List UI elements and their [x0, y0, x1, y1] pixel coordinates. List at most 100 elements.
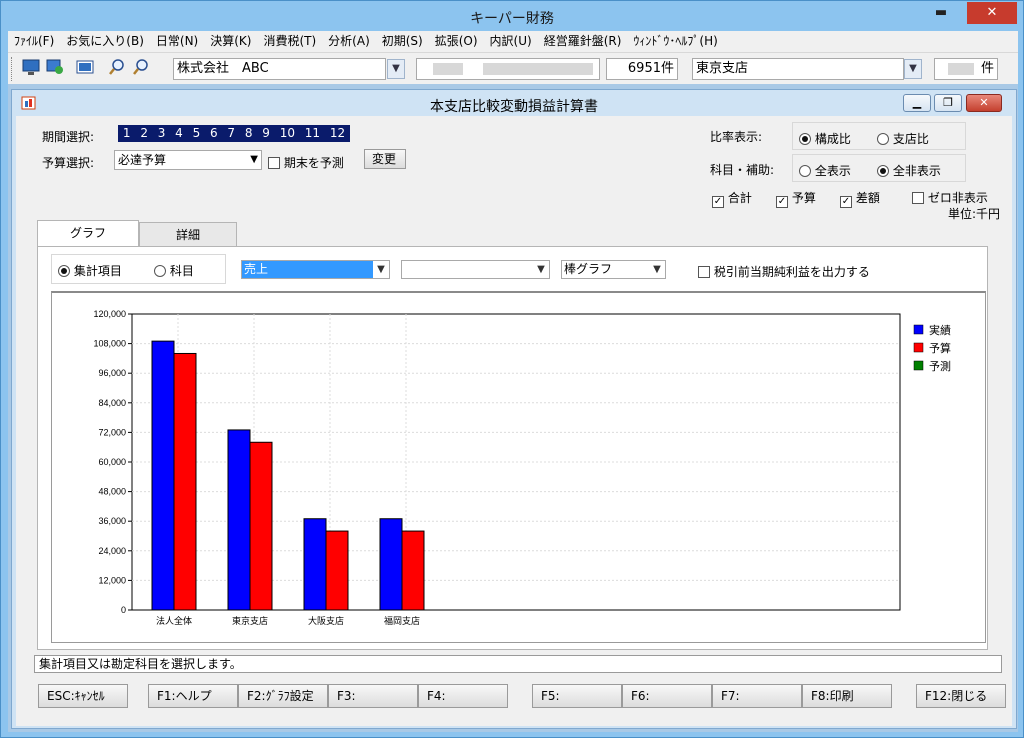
checkmark-icon[interactable]: ✓	[840, 196, 852, 208]
menu-window-help[interactable]: ｳｨﾝﾄﾞｳ･ﾍﾙﾌﾟ(H)	[627, 31, 723, 52]
y-tick-label: 108,000	[93, 339, 126, 349]
radio-icon[interactable]	[154, 265, 166, 277]
period-4[interactable]: 4	[175, 125, 183, 142]
period-5[interactable]: 5	[193, 125, 201, 142]
f6-button[interactable]: F6:	[622, 684, 712, 708]
menu-initial[interactable]: 初期(S)	[376, 31, 429, 52]
monitor-icon[interactable]	[22, 58, 42, 78]
period-label: 期間選択:	[42, 130, 95, 144]
branch-select[interactable]: 東京支店	[692, 58, 904, 80]
f5-button[interactable]: F5:	[532, 684, 622, 708]
radio-icon[interactable]	[877, 165, 889, 177]
restore-icon[interactable]: ❐	[934, 94, 962, 112]
tab-detail[interactable]: 詳細	[139, 222, 237, 248]
refresh-icon[interactable]	[46, 58, 66, 78]
y-tick-label: 84,000	[98, 398, 126, 408]
y-tick-label: 120,000	[93, 309, 126, 319]
menu-daily[interactable]: 日常(N)	[150, 31, 204, 52]
checkbox-icon[interactable]	[698, 266, 710, 278]
redacted-text	[948, 63, 974, 75]
menu-breakdown[interactable]: 内訳(U)	[484, 31, 538, 52]
budget-select[interactable]: 必達予算 ▼	[114, 150, 262, 170]
app-titlebar[interactable]: キーパー財務 ▬ ✕	[1, 1, 1023, 31]
change-button[interactable]: 変更	[364, 149, 406, 169]
period-10[interactable]: 10	[280, 125, 295, 142]
ratio-composition-radio[interactable]: 構成比	[799, 130, 851, 147]
period-2[interactable]: 2	[140, 125, 148, 142]
screen-icon[interactable]	[76, 58, 96, 78]
f2-graph-settings-button[interactable]: F2:ｸﾞﾗﾌ設定	[238, 684, 328, 708]
radio-icon[interactable]	[799, 165, 811, 177]
period-7[interactable]: 7	[227, 125, 235, 142]
checkbox-icon[interactable]	[268, 157, 280, 169]
minimize-icon[interactable]: ▁	[903, 94, 931, 112]
f3-button[interactable]: F3:	[328, 684, 418, 708]
zoom-in-icon[interactable]	[108, 58, 128, 78]
item-select[interactable]: 売上 ▼	[241, 260, 390, 279]
budget-value: 必達予算	[118, 153, 167, 167]
diff-label: 差額	[855, 191, 880, 205]
menu-analysis[interactable]: 分析(A)	[322, 31, 376, 52]
chevron-down-icon[interactable]: ▼	[533, 261, 549, 278]
period-9[interactable]: 9	[262, 125, 270, 142]
y-tick-label: 36,000	[98, 516, 126, 526]
f1-help-button[interactable]: F1:ヘルプ	[148, 684, 238, 708]
bar-実績	[303, 518, 327, 611]
checkbox-icon[interactable]	[912, 192, 924, 204]
menu-favorites[interactable]: お気に入り(B)	[60, 31, 150, 52]
subject-none-radio[interactable]: 全非表示	[877, 162, 941, 179]
chevron-down-icon[interactable]: ▼	[387, 59, 405, 79]
subject-all-radio[interactable]: 全表示	[799, 162, 851, 179]
chevron-down-icon[interactable]: ▼	[904, 59, 922, 79]
zoom-out-icon[interactable]	[132, 58, 152, 78]
legend-swatch	[913, 324, 924, 335]
period-3[interactable]: 3	[158, 125, 166, 142]
esc-cancel-button[interactable]: ESC:ｷｬﾝｾﾙ	[38, 684, 128, 708]
company-select[interactable]: 株式会社 ABC	[173, 58, 386, 80]
close-icon[interactable]: ✕	[967, 2, 1017, 24]
mode-subject-radio[interactable]: 科目	[154, 262, 194, 279]
checkmark-icon[interactable]: ✓	[712, 196, 724, 208]
zero-hide-checkbox[interactable]: ゼロ非表示	[912, 189, 988, 206]
forecast-checkbox[interactable]: 期末を予測	[268, 154, 344, 171]
chevron-down-icon[interactable]: ▼	[649, 261, 665, 278]
f4-button[interactable]: F4:	[418, 684, 508, 708]
period-8[interactable]: 8	[245, 125, 253, 142]
report-titlebar[interactable]: 本支店比較変動損益計算書 ▁ ❐ ✕	[12, 90, 1016, 116]
menu-tax[interactable]: 消費税(T)	[257, 31, 322, 52]
diff-checkbox[interactable]: ✓ 差額	[840, 189, 880, 208]
minimize-icon[interactable]: ▬	[921, 2, 961, 24]
period-11[interactable]: 11	[305, 125, 320, 142]
redacted-text	[483, 63, 593, 75]
f7-button[interactable]: F7:	[712, 684, 802, 708]
menu-file[interactable]: ﾌｧｲﾙ(F)	[8, 31, 60, 52]
pretax-checkbox[interactable]: 税引前当期純利益を出力する	[698, 263, 870, 280]
radio-icon[interactable]	[799, 133, 811, 145]
period-6[interactable]: 6	[210, 125, 218, 142]
menu-extension[interactable]: 拡張(O)	[429, 31, 484, 52]
menu-compass[interactable]: 経営羅針盤(R)	[538, 31, 628, 52]
legend-label: 予測	[929, 359, 951, 373]
sub-select[interactable]: ▼	[401, 260, 550, 279]
period-1[interactable]: 1	[123, 125, 131, 142]
menu-closing[interactable]: 決算(K)	[204, 31, 257, 52]
budget-checkbox[interactable]: ✓ 予算	[776, 189, 816, 208]
ratio-branch-radio[interactable]: 支店比	[877, 130, 929, 147]
period-selector[interactable]: 1 2 3 4 5 6 7 8 9 10 11 12	[118, 125, 350, 142]
period-12[interactable]: 12	[330, 125, 345, 142]
radio-icon[interactable]	[58, 265, 70, 277]
radio-icon[interactable]	[877, 133, 889, 145]
tab-graph[interactable]: グラフ	[37, 220, 139, 247]
chart-type-select[interactable]: 棒グラフ ▼	[561, 260, 666, 279]
chevron-down-icon[interactable]: ▼	[373, 261, 389, 278]
legend-swatch	[913, 342, 924, 353]
total-checkbox[interactable]: ✓ 合計	[712, 189, 752, 208]
close-icon[interactable]: ✕	[966, 94, 1002, 112]
f12-close-button[interactable]: F12:閉じる	[916, 684, 1006, 708]
status-bar: 集計項目又は勘定科目を選択します。	[34, 655, 1002, 673]
chevron-down-icon[interactable]: ▼	[250, 151, 258, 169]
f8-print-button[interactable]: F8:印刷	[802, 684, 892, 708]
report-window: 本支店比較変動損益計算書 ▁ ❐ ✕ 期間選択: 1 2 3 4 5 6 7 8…	[11, 89, 1017, 729]
checkmark-icon[interactable]: ✓	[776, 196, 788, 208]
mode-item-radio[interactable]: 集計項目	[58, 262, 122, 279]
